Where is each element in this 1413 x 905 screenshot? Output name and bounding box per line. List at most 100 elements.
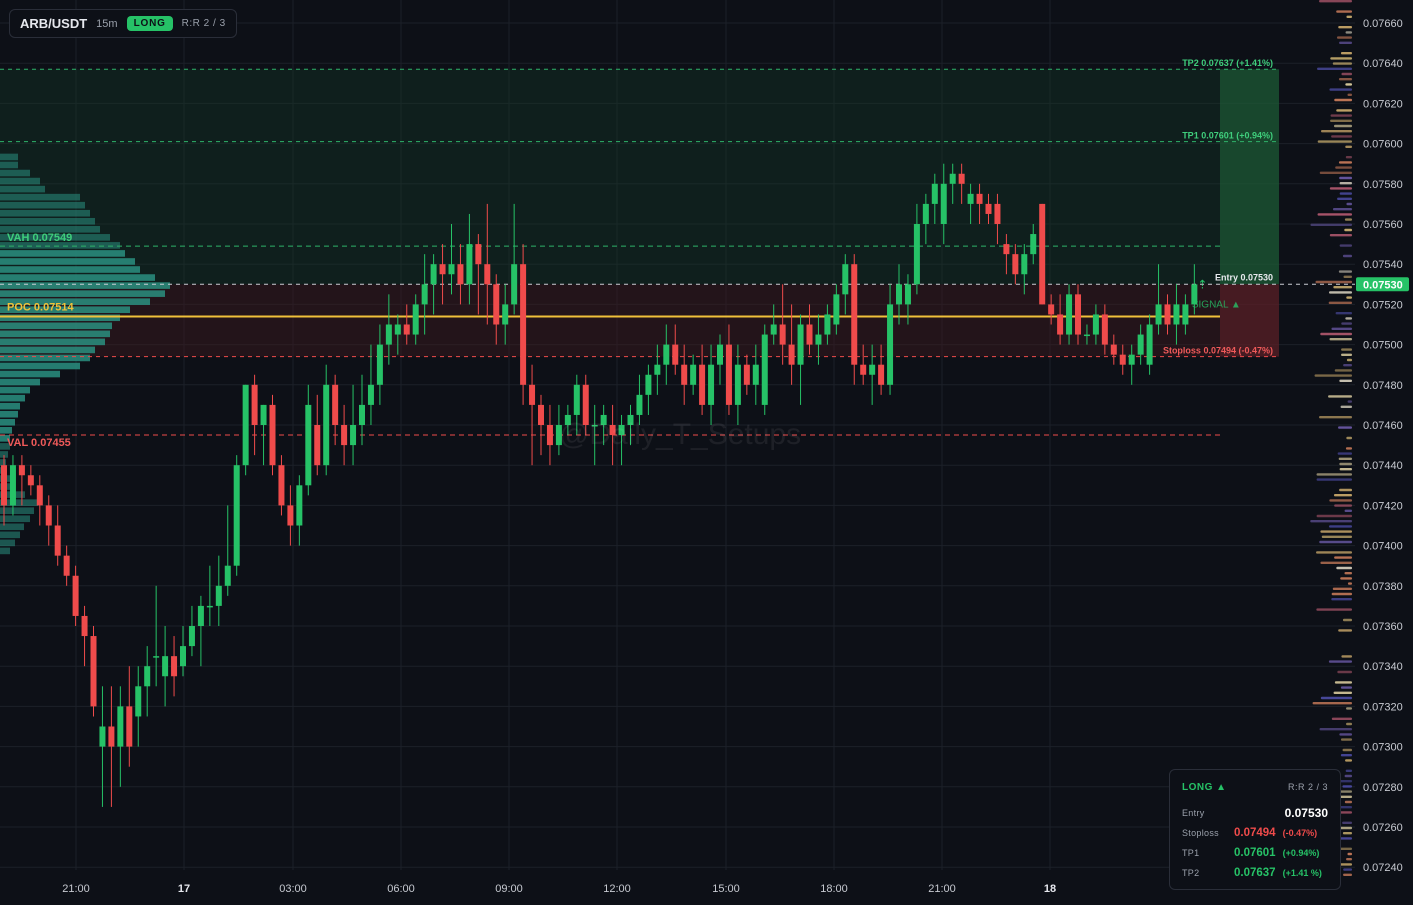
depth-bar <box>1343 873 1352 876</box>
depth-bar <box>1328 395 1352 398</box>
depth-bar <box>1336 566 1352 570</box>
candle <box>520 244 527 405</box>
depth-bar <box>1334 556 1352 559</box>
depth-bar <box>1321 130 1352 133</box>
candle-body <box>1048 304 1055 315</box>
depth-bar <box>1320 561 1352 564</box>
candle-body <box>332 384 339 425</box>
chart-canvas[interactable]: ⇡ SIGNAL ▲ @Daily_T_Setups TP2 0.07637 (+… <box>0 0 1413 900</box>
price-tick: 0.07260 <box>1363 822 1403 834</box>
volume-profile-bar <box>0 177 40 185</box>
trading-chart[interactable]: ⇡ SIGNAL ▲ @Daily_T_Setups TP2 0.07637 (+… <box>0 0 1413 900</box>
candle-body <box>976 193 983 204</box>
price-tick: 0.07380 <box>1363 581 1403 593</box>
volume-profile-bar <box>0 266 140 273</box>
candle-body <box>1092 314 1099 335</box>
depth-bar <box>1330 114 1352 117</box>
direction-badge: LONG <box>126 16 173 31</box>
volume-profile-bar <box>0 314 120 322</box>
depth-bar <box>1339 176 1352 180</box>
depth-bar <box>1334 504 1352 507</box>
candle-body <box>27 475 34 486</box>
price-tick: 0.07600 <box>1363 139 1403 151</box>
depth-bar <box>1345 447 1352 450</box>
candle-body <box>9 465 16 506</box>
candle-body <box>260 404 267 425</box>
tp2-label: TP2 <box>1182 868 1200 878</box>
candle-body <box>538 404 544 425</box>
depth-bar <box>1338 426 1352 429</box>
depth-bar <box>1331 135 1352 138</box>
depth-bar <box>1339 488 1352 492</box>
volume-profile-bar <box>0 161 18 169</box>
depth-bar <box>1328 301 1352 304</box>
candle-body <box>1012 254 1019 275</box>
candle-body <box>752 364 759 385</box>
volume-profile-bar <box>0 531 20 539</box>
depth-bar <box>1345 769 1352 772</box>
depth-bar <box>1347 582 1352 585</box>
depth-bar <box>1333 691 1352 694</box>
candle-body <box>949 173 956 184</box>
candle-body <box>323 384 330 466</box>
candle-body <box>180 646 186 667</box>
candle-body <box>672 344 679 365</box>
candle-body <box>502 304 509 325</box>
volume-profile-bar <box>0 539 15 547</box>
depth-bar <box>1315 280 1352 284</box>
depth-bar <box>1341 655 1352 658</box>
volume-profile-bar <box>0 274 155 281</box>
depth-bar <box>1336 10 1352 13</box>
price-tick: 0.07320 <box>1363 701 1403 713</box>
candle-body <box>314 425 321 466</box>
candle-body <box>117 706 124 747</box>
time-tick: 18 <box>1044 883 1056 895</box>
candle-body <box>797 324 804 365</box>
depth-bar <box>1341 348 1352 351</box>
candle-body <box>1039 203 1046 305</box>
depth-bar <box>1345 31 1352 34</box>
stoploss-label: Stoploss <box>1182 828 1219 838</box>
depth-bar <box>1344 228 1352 232</box>
candle-body <box>359 404 365 425</box>
depth-bar <box>1341 72 1352 76</box>
candle-body <box>90 636 97 707</box>
candle-body <box>224 565 231 586</box>
time-tick: 12:00 <box>603 883 631 895</box>
candle-body <box>18 465 25 476</box>
candle-body <box>466 244 473 285</box>
depth-bar <box>1316 608 1352 611</box>
candle-body <box>725 344 732 405</box>
volume-profile-bar <box>0 330 110 338</box>
symbol-header[interactable]: ARB/USDT 15m LONG R:R 2 / 3 <box>9 9 237 38</box>
volume-profile-bar <box>0 193 80 201</box>
candle-body <box>824 314 831 335</box>
candle-body <box>699 364 706 405</box>
candle-body <box>171 656 178 677</box>
candle-body <box>663 344 670 365</box>
val-label: VAL 0.07455 <box>7 437 71 449</box>
depth-bar <box>1334 681 1352 684</box>
price-tick: 0.07640 <box>1363 58 1403 70</box>
candle <box>90 626 97 717</box>
tp1-pct: (+0.94%) <box>1282 848 1320 858</box>
candle-body <box>144 666 151 687</box>
candle <box>761 324 768 415</box>
tp2-label: TP2 0.07637 (+1.41%) <box>1182 58 1273 68</box>
candle-body <box>636 394 643 415</box>
depth-bar <box>1346 436 1352 440</box>
candle-body <box>242 384 249 466</box>
timeframe-label[interactable]: 15m <box>96 18 117 30</box>
depth-bar <box>1319 728 1352 731</box>
candle-body <box>403 324 410 335</box>
depth-bar <box>1346 358 1352 362</box>
depth-bar <box>1338 26 1352 29</box>
candle-body <box>376 344 383 385</box>
candle-body <box>251 384 258 425</box>
candle-body <box>833 294 840 325</box>
candle-body <box>573 384 580 415</box>
volume-profile-bar <box>0 209 90 217</box>
tp1-label: TP1 <box>1182 848 1200 858</box>
candle-body <box>958 173 965 184</box>
depth-bar <box>1340 577 1352 580</box>
